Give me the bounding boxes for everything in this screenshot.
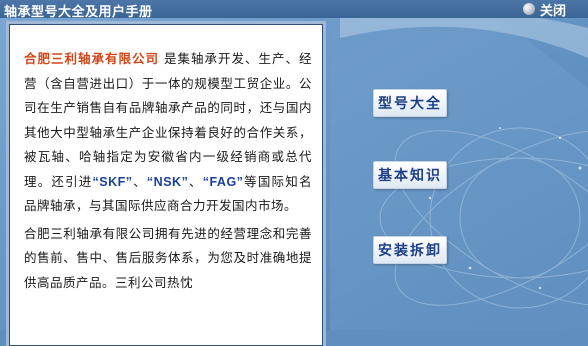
- title-bar: 轴承型号大全及用户手册 关闭: [0, 0, 588, 20]
- install-button[interactable]: 安装拆卸: [373, 236, 447, 264]
- brand-fag: “FAG”: [202, 174, 244, 189]
- intro-paragraph-2: 合肥三利轴承有限公司拥有先进的经营理念和完善的售前、售中、售后服务体系，为您及时…: [24, 225, 312, 290]
- close-label: 关闭: [539, 3, 566, 19]
- intro-panel: 合肥三利轴承有限公司 是集轴承开发、生产、经营（含自营进出口）于一体的规模型工贸…: [9, 24, 323, 346]
- intro-paragraph-1: 合肥三利轴承有限公司 是集轴承开发、生产、经营（含自营进出口）于一体的规模型工贸…: [24, 47, 312, 219]
- close-button[interactable]: 关闭: [522, 1, 566, 19]
- close-icon: [522, 3, 535, 15]
- brand-separator: 、: [188, 173, 203, 189]
- brand-separator: 、: [132, 173, 147, 189]
- brand-skf: “SKF”: [92, 174, 133, 189]
- company-name: 合肥三利轴承有限公司: [24, 51, 160, 66]
- brand-nsk: “NSK”: [146, 174, 189, 189]
- intro-text: 合肥三利轴承有限公司 是集轴承开发、生产、经营（含自营进出口）于一体的规模型工贸…: [24, 47, 312, 298]
- paragraph-1-text-a: 是集轴承开发、生产、经营（含自营进出口）于一体的规模型工贸企业。公司在生产销售自…: [24, 51, 312, 189]
- models-button[interactable]: 型号大全: [373, 89, 447, 117]
- basics-button[interactable]: 基本知识: [373, 161, 447, 189]
